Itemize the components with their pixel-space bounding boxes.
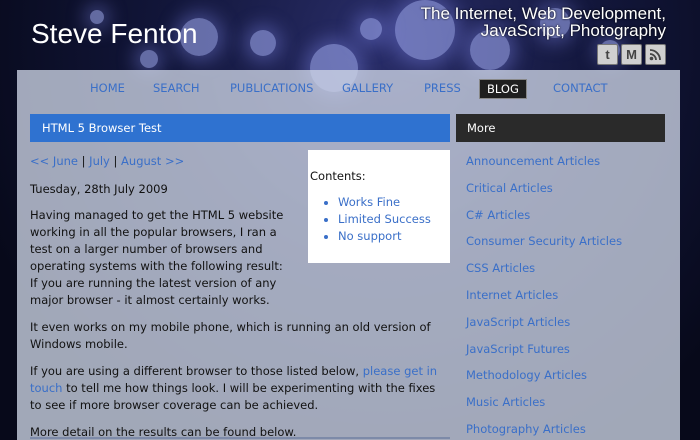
content-panel: HOME SEARCH PUBLICATIONS GALLERY PRESS B… [17,70,680,440]
current-month-link[interactable]: July [89,154,110,168]
nav-publications[interactable]: PUBLICATIONS [223,79,320,97]
paragraph-intro: Having managed to get the HTML 5 website… [30,208,284,307]
sidebar-item-css[interactable]: CSS Articles [466,261,666,288]
nav-gallery[interactable]: GALLERY [335,79,400,97]
site-tagline: The Internet, Web Development, JavaScrip… [420,4,666,40]
paragraph-mobile: It even works on my mobile phone, which … [30,320,431,351]
sidebar-item-javascript[interactable]: JavaScript Articles [466,315,666,342]
nav-home[interactable]: HOME [83,79,132,97]
article-title: HTML 5 Browser Test [30,114,450,142]
toc-item[interactable]: No support [338,228,450,245]
prev-month-link[interactable]: << June [30,154,78,168]
nav-contact[interactable]: CONTACT [546,79,615,97]
table-of-contents: Contents: Works Fine Limited Success No … [308,150,450,263]
sidebar-item-music[interactable]: Music Articles [466,395,666,422]
sidebar-item-csharp[interactable]: C# Articles [466,208,666,235]
sidebar-item-javascript-futures[interactable]: JavaScript Futures [466,342,666,369]
toc-item[interactable]: Works Fine [338,194,450,211]
sidebar-item-announcement[interactable]: Announcement Articles [466,154,666,181]
nav-blog[interactable]: BLOG [479,79,527,99]
sidebar-title: More [456,114,665,142]
twitter-icon[interactable]: t [597,44,618,65]
nav-press[interactable]: PRESS [417,79,468,97]
nav-search[interactable]: SEARCH [146,79,207,97]
sidebar-item-consumer-security[interactable]: Consumer Security Articles [466,234,666,261]
article-content: << June | July | August >> Tuesday, 28th… [30,150,450,440]
site-title[interactable]: Steve Fenton [31,18,198,50]
paragraph-feedback: If you are using a different browser to … [30,364,438,412]
sidebar-item-internet[interactable]: Internet Articles [466,288,666,315]
rss-icon[interactable] [645,44,666,65]
month-separator: | [113,154,118,168]
social-links: t M [597,44,666,65]
month-separator: | [81,154,86,168]
sidebar-list: Announcement Articles Critical Articles … [466,154,666,440]
toc-title: Contents: [310,169,366,183]
sidebar-item-photography[interactable]: Photography Articles [466,422,666,440]
sidebar-item-methodology[interactable]: Methodology Articles [466,368,666,395]
toc-item[interactable]: Limited Success [338,211,450,228]
next-month-link[interactable]: August >> [121,154,184,168]
sidebar-item-critical[interactable]: Critical Articles [466,181,666,208]
gmail-icon[interactable]: M [621,44,642,65]
content-divider [30,437,450,439]
site-header: Steve Fenton The Internet, Web Developme… [0,0,700,72]
main-nav: HOME SEARCH PUBLICATIONS GALLERY PRESS B… [17,70,680,106]
